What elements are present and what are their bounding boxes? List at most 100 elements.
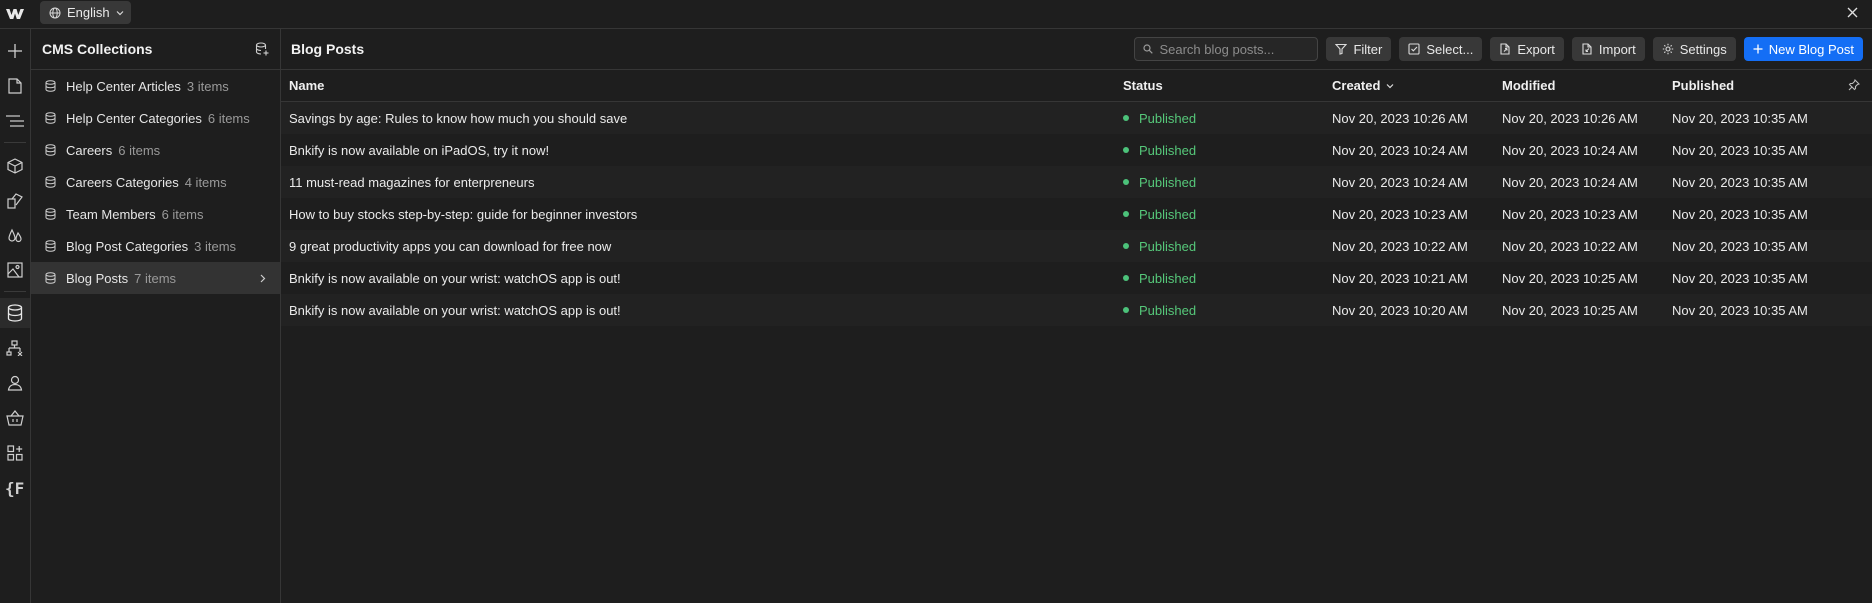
row-modified: Nov 20, 2023 10:22 AM — [1502, 238, 1638, 254]
database-icon — [45, 144, 56, 156]
sort-chevron-down-icon — [1386, 83, 1394, 89]
row-modified: Nov 20, 2023 10:26 AM — [1502, 110, 1638, 126]
new-blog-post-button[interactable]: New Blog Post — [1743, 37, 1863, 61]
table-row[interactable]: Bnkify is now available on your wrist: w… — [281, 262, 1872, 294]
row-status: Published — [1102, 303, 1332, 318]
filter-button[interactable]: Filter — [1326, 37, 1392, 61]
table-row[interactable]: Bnkify is now available on iPadOS, try i… — [281, 134, 1872, 166]
row-status: Published — [1102, 239, 1332, 254]
users-icon[interactable] — [0, 368, 30, 398]
column-header-created[interactable]: Created — [1332, 78, 1502, 93]
cms-database-icon[interactable] — [0, 298, 30, 328]
database-icon — [45, 240, 56, 252]
database-icon — [45, 176, 56, 188]
svg-text:{F: {F — [5, 479, 24, 497]
collection-item-help-center-articles[interactable]: Help Center Articles 3 items — [31, 70, 280, 102]
row-status: Published — [1102, 271, 1332, 286]
settings-button[interactable]: Settings — [1652, 37, 1736, 61]
add-collection-icon[interactable] — [255, 42, 269, 56]
table-row[interactable]: 9 great productivity apps you can downlo… — [281, 230, 1872, 262]
collection-count: 6 items — [161, 206, 204, 222]
assets-image-icon[interactable] — [0, 255, 30, 285]
collection-count: 3 items — [186, 78, 229, 94]
collection-name: Help Center Articles — [66, 78, 181, 94]
collection-item-blog-posts[interactable]: Blog Posts 7 items — [31, 262, 280, 294]
table-row[interactable]: How to buy stocks step-by-step: guide fo… — [281, 198, 1872, 230]
language-selector[interactable]: English — [40, 1, 131, 24]
status-label: Published — [1139, 238, 1197, 254]
table-row[interactable]: Savings by age: Rules to know how much y… — [281, 102, 1872, 134]
row-created: Nov 20, 2023 10:22 AM — [1332, 238, 1468, 254]
components-icon[interactable] — [0, 151, 30, 181]
row-created: Nov 20, 2023 10:20 AM — [1332, 302, 1468, 318]
collection-name: Careers — [66, 142, 113, 158]
row-modified: Nov 20, 2023 10:23 AM — [1502, 206, 1638, 222]
page-title: Blog Posts — [291, 41, 365, 57]
table-row[interactable]: 11 must-read magazines for enterpreneurs… — [281, 166, 1872, 198]
collection-item-careers-categories[interactable]: Careers Categories 4 items — [31, 166, 280, 198]
export-button[interactable]: Export — [1490, 37, 1564, 61]
row-status: Published — [1102, 143, 1332, 158]
column-header-name[interactable]: Name — [281, 78, 1102, 93]
collection-count: 6 items — [118, 142, 161, 158]
collection-count: 6 items — [207, 110, 250, 126]
export-label: Export — [1517, 41, 1555, 57]
select-button[interactable]: Select... — [1399, 37, 1483, 61]
webflow-logo-icon[interactable] — [0, 0, 30, 28]
column-header-published[interactable]: Published — [1672, 78, 1842, 93]
main-content: Blog Posts Filter Select... Export — [281, 29, 1872, 603]
row-created: Nov 20, 2023 10:23 AM — [1332, 206, 1468, 222]
styles-icon[interactable] — [0, 186, 30, 216]
status-label: Published — [1139, 174, 1197, 190]
ecommerce-basket-icon[interactable] — [0, 403, 30, 433]
status-dot-icon — [1123, 307, 1129, 313]
apps-icon[interactable] — [0, 438, 30, 468]
finsweet-attributes-icon[interactable]: {F — [0, 473, 30, 503]
column-header-modified[interactable]: Modified — [1502, 78, 1672, 93]
row-status: Published — [1102, 111, 1332, 126]
status-dot-icon — [1123, 275, 1129, 281]
table-body: Savings by age: Rules to know how much y… — [281, 102, 1872, 326]
row-status: Published — [1102, 207, 1332, 222]
add-icon[interactable] — [0, 36, 30, 66]
search-input[interactable] — [1159, 41, 1310, 57]
collection-item-careers[interactable]: Careers 6 items — [31, 134, 280, 166]
search-box[interactable] — [1134, 37, 1319, 61]
database-icon — [45, 80, 56, 92]
table-row[interactable]: Bnkify is now available on your wrist: w… — [281, 294, 1872, 326]
collection-count: 7 items — [134, 270, 177, 286]
import-label: Import — [1598, 41, 1636, 57]
row-name: How to buy stocks step-by-step: guide fo… — [289, 206, 638, 222]
row-modified: Nov 20, 2023 10:25 AM — [1502, 270, 1638, 286]
export-icon — [1499, 43, 1511, 55]
collection-item-blog-post-categories[interactable]: Blog Post Categories 3 items — [31, 230, 280, 262]
status-dot-icon — [1123, 115, 1129, 121]
navigator-icon[interactable] — [0, 106, 30, 136]
collections-title: CMS Collections — [42, 41, 153, 57]
row-name: Bnkify is now available on your wrist: w… — [289, 270, 621, 286]
variables-drops-icon[interactable] — [0, 221, 30, 251]
checkbox-check-icon — [1408, 43, 1420, 55]
row-name: 9 great productivity apps you can downlo… — [289, 238, 612, 254]
import-button[interactable]: Import — [1571, 37, 1645, 61]
column-header-status[interactable]: Status — [1102, 78, 1332, 93]
row-published: Nov 20, 2023 10:35 AM — [1672, 238, 1808, 254]
new-blog-post-label: New Blog Post — [1768, 41, 1854, 57]
row-modified: Nov 20, 2023 10:25 AM — [1502, 302, 1638, 318]
row-created: Nov 20, 2023 10:24 AM — [1332, 142, 1468, 158]
row-published: Nov 20, 2023 10:35 AM — [1672, 110, 1808, 126]
row-status: Published — [1102, 175, 1332, 190]
row-name: Savings by age: Rules to know how much y… — [289, 110, 628, 126]
pages-icon[interactable] — [0, 71, 30, 101]
close-icon[interactable] — [1844, 4, 1860, 20]
pin-icon[interactable] — [1848, 79, 1860, 91]
search-icon — [1143, 44, 1154, 54]
collection-item-help-center-categories[interactable]: Help Center Categories 6 items — [31, 102, 280, 134]
blog-posts-table: Name Status Created Modified Published S… — [281, 70, 1872, 326]
collection-count: 3 items — [194, 238, 237, 254]
collection-item-team-members[interactable]: Team Members 6 items — [31, 198, 280, 230]
select-label: Select... — [1426, 41, 1474, 57]
status-label: Published — [1139, 302, 1197, 318]
settings-label: Settings — [1679, 41, 1727, 57]
logic-flow-icon[interactable] — [0, 333, 30, 363]
